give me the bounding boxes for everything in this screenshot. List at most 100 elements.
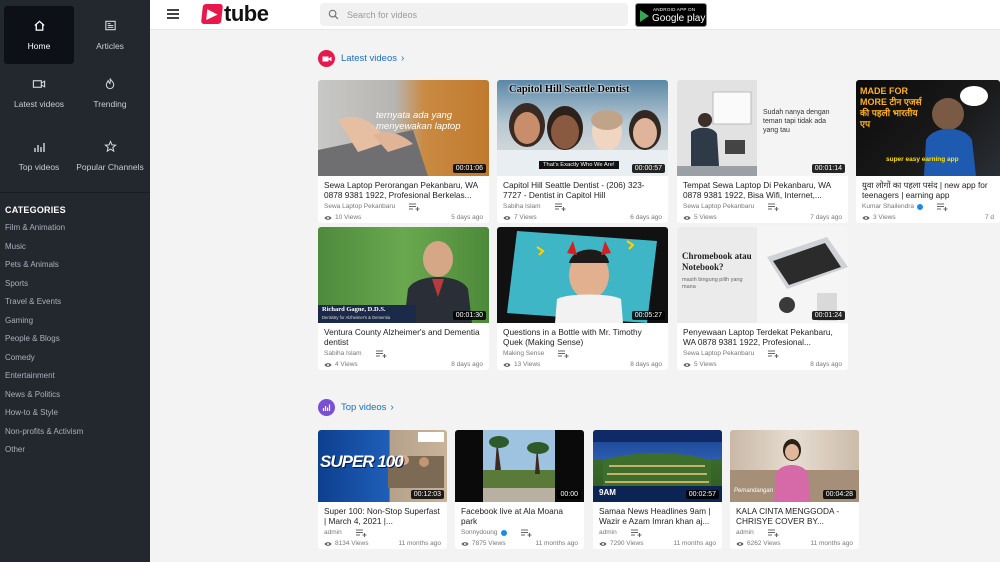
video-thumbnail[interactable]: 9AM 00:02:57 [593,430,722,502]
video-card[interactable]: Richard Gagne, D.D.S. Dentistry for Alzh… [318,227,489,370]
video-thumbnail[interactable]: MADE FOR MORE टीन एजर्स की पहली भारतीय ए… [856,80,1000,176]
site-logo[interactable]: ▶ tube [200,1,269,26]
category-link[interactable]: Non-profits & Activism [0,423,150,442]
channel-name[interactable]: admin [736,529,754,536]
add-to-playlist-icon[interactable] [520,528,532,537]
video-duration: 00:04:28 [822,490,856,499]
category-link[interactable]: Sports [0,275,150,294]
add-to-playlist-icon[interactable] [768,349,779,358]
video-thumbnail[interactable]: Richard Gagne, D.D.S. Dentistry for Alzh… [318,227,489,323]
add-to-playlist-icon[interactable] [767,528,779,537]
video-title[interactable]: Tempat Sewa Laptop Di Pekanbaru, WA 0878… [677,176,848,200]
video-age: 11 months ago [535,540,578,547]
thumb-caption: SUPER 100 [320,452,404,471]
video-age: 8 days ago [630,361,662,368]
video-card[interactable]: Capitol Hill Seattle Dentist That's Exac… [497,80,668,223]
eye-icon [599,541,607,546]
video-title[interactable]: Sewa Laptop Perorangan Pekanbaru, WA 087… [318,176,489,200]
verified-badge-icon [917,203,924,210]
category-link[interactable]: Other [0,441,150,460]
search-input[interactable] [347,9,607,20]
add-to-playlist-icon[interactable] [558,349,569,358]
channel-name[interactable]: admin [324,529,342,536]
video-thumbnail[interactable]: Capitol Hill Seattle Dentist That's Exac… [497,80,668,176]
category-link[interactable]: News & Politics [0,386,150,405]
video-card[interactable]: Chromebook atau Notebook? masih bingung … [677,227,848,370]
view-count: 8134 Views [335,540,369,547]
channel-name[interactable]: Kumar Shailendra [862,203,914,210]
add-to-playlist-icon[interactable] [355,528,367,537]
video-card[interactable]: 00:00 Facebook live at Ala Moana park So… [455,430,584,549]
channel-name[interactable]: Making Sense [503,350,544,357]
add-to-playlist-icon[interactable] [937,202,948,211]
add-to-playlist-icon[interactable] [768,202,779,211]
video-card[interactable]: Sudah nanya dengan teman tapi tidak ada … [677,80,848,223]
video-card[interactable]: SUPER 100 00:12:03 Super 100: Non-Stop S… [318,430,447,549]
hamburger-menu-icon[interactable] [167,9,179,20]
video-thumbnail[interactable]: ternyata ada yang menyewakan laptop 00:0… [318,80,489,176]
category-link[interactable]: People & Blogs [0,330,150,349]
view-count: 6262 Views [747,540,781,547]
video-title[interactable]: Ventura County Alzheimer's and Dementia … [318,323,489,347]
add-to-playlist-icon[interactable] [375,349,387,358]
video-thumbnail[interactable]: Sudah nanya dengan teman tapi tidak ada … [677,80,848,176]
eye-icon [683,215,691,220]
channel-name[interactable]: Sewa Laptop Pekanbaru [683,350,754,357]
video-title[interactable]: KALA CINTA MENGGODA - CHRISYE COVER BY..… [730,502,859,526]
video-card[interactable]: 9AM 00:02:57 Samaa News Headlines 9am | … [593,430,722,549]
star-icon [103,140,117,153]
category-link[interactable]: Film & Animation [0,219,150,238]
channel-name[interactable]: Sewa Laptop Pekanbaru [683,203,754,210]
add-to-playlist-icon[interactable] [409,202,420,211]
channel-name[interactable]: Sonnydoung [461,529,498,536]
video-thumbnail[interactable]: Chromebook atau Notebook? masih bingung … [677,227,848,323]
category-link[interactable]: How-to & Style [0,404,150,423]
google-play-badge[interactable]: ANDROID APP ON Google play [635,3,707,27]
home-icon [33,20,45,31]
video-duration: 00:01:06 [452,164,486,173]
category-link[interactable]: Comedy [0,349,150,368]
add-to-playlist-icon[interactable] [630,528,642,537]
add-to-playlist-icon[interactable] [554,202,566,211]
video-thumbnail[interactable]: 00:05:27 [497,227,668,323]
nav-popular-channels[interactable]: Popular Channels [74,122,146,190]
play-badge-line1: ANDROID APP ON [653,7,696,12]
bar-chart-badge-icon [318,399,335,416]
video-title[interactable]: Samaa News Headlines 9am | Wazir e Azam … [593,502,722,526]
nav-latest-videos[interactable]: Latest videos [4,64,74,122]
channel-name[interactable]: admin [599,529,617,536]
top-videos-heading[interactable]: Top videos › [318,399,394,416]
video-title[interactable]: युवा लोगों का पहला पसंद | new app for te… [856,176,1000,200]
sidebar: Home Articles Latest videos Trending Top… [0,0,150,562]
category-link[interactable]: Gaming [0,312,150,331]
video-thumbnail[interactable]: SUPER 100 00:12:03 [318,430,447,502]
category-link[interactable]: Entertainment [0,367,150,386]
eye-icon [503,362,511,367]
category-link[interactable]: Pets & Animals [0,256,150,275]
latest-videos-heading[interactable]: Latest videos › [318,50,404,67]
channel-name[interactable]: Sewa Laptop Pekanbaru [324,203,395,210]
channel-name[interactable]: Sabiha Islam [503,203,541,210]
nav-home[interactable]: Home [4,6,74,64]
video-card[interactable]: Pemandangan 00:04:28 KALA CINTA MENGGODA… [730,430,859,549]
category-link[interactable]: Travel & Events [0,293,150,312]
channel-name[interactable]: Sabiha Islam [324,350,362,357]
video-title[interactable]: Penyewaan Laptop Terdekat Pekanbaru, WA … [677,323,848,347]
nav-articles[interactable]: Articles [74,6,146,64]
logo-text: tube [224,1,269,26]
video-title[interactable]: Capitol Hill Seattle Dentist - (206) 323… [497,176,668,200]
nav-trending-label: Trending [93,99,127,109]
video-title[interactable]: Questions in a Bottle with Mr. Timothy Q… [497,323,668,347]
nav-popular-channels-label: Popular Channels [76,162,144,172]
video-thumbnail[interactable]: Pemandangan 00:04:28 [730,430,859,502]
video-title[interactable]: Super 100: Non-Stop Superfast | March 4,… [318,502,447,526]
video-card[interactable]: ternyata ada yang menyewakan laptop 00:0… [318,80,489,223]
video-title[interactable]: Facebook live at Ala Moana park [455,502,584,526]
nav-top-videos[interactable]: Top videos [4,122,74,190]
video-card[interactable]: 00:05:27 Questions in a Bottle with Mr. … [497,227,668,370]
video-card[interactable]: MADE FOR MORE टीन एजर्स की पहली भारतीय ए… [856,80,1000,223]
category-link[interactable]: Music [0,238,150,257]
nav-trending[interactable]: Trending [74,64,146,122]
video-thumbnail[interactable]: 00:00 [455,430,584,502]
search-icon[interactable] [328,9,339,20]
